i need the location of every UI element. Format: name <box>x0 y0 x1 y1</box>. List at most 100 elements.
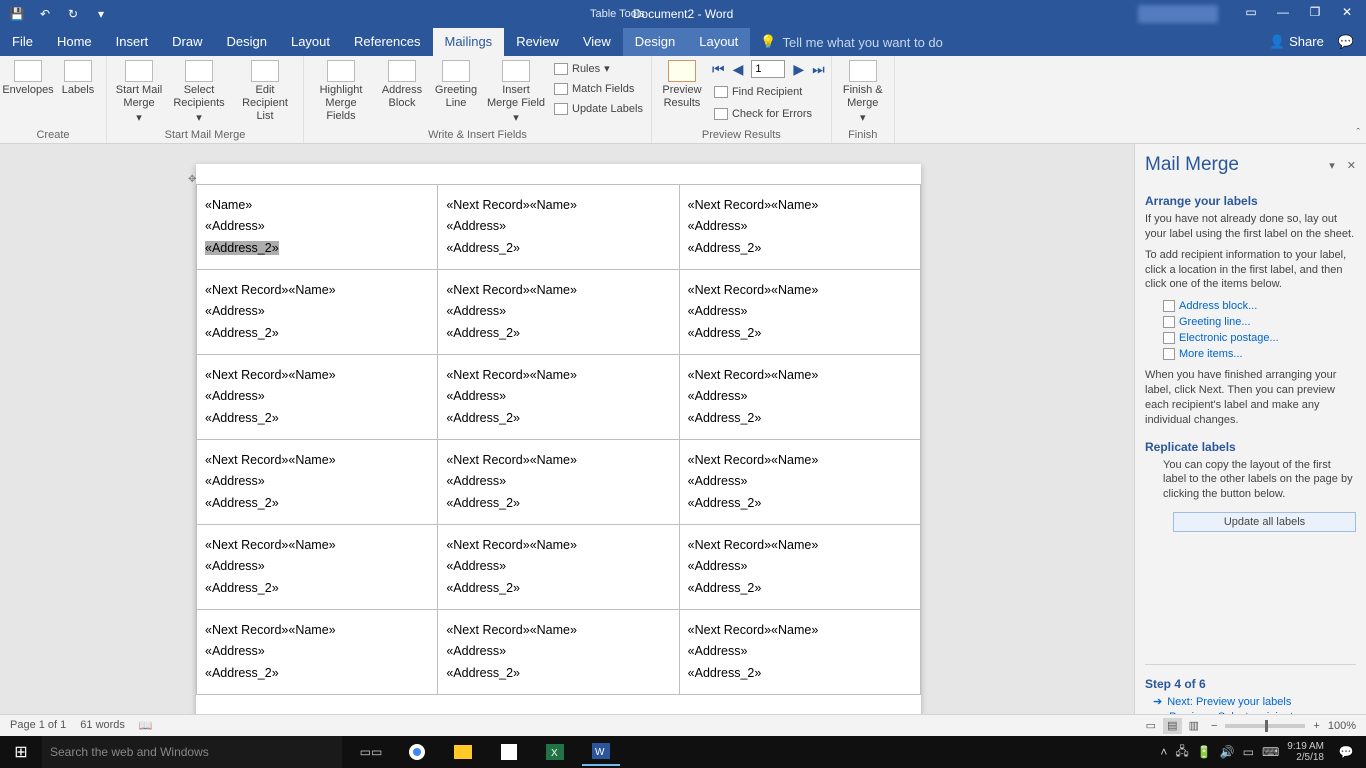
ime-icon[interactable]: ▭ <box>1243 745 1254 759</box>
tab-mailings[interactable]: Mailings <box>433 28 505 56</box>
zoom-in-icon[interactable]: + <box>1313 720 1319 732</box>
highlight-merge-fields-button[interactable]: Highlight Merge Fields <box>310 60 372 124</box>
edit-recipient-list-button[interactable]: Edit Recipient List <box>233 60 297 124</box>
close-icon[interactable]: ✕ <box>1338 5 1356 23</box>
select-recipients-button[interactable]: Select Recipients ▾ <box>171 60 227 126</box>
tab-table-layout[interactable]: Layout <box>687 28 750 56</box>
label-cell[interactable]: «Next Record»«Name»«Address»«Address_2» <box>438 185 679 270</box>
update-all-labels-button[interactable]: Update all labels <box>1173 512 1356 532</box>
label-cell[interactable]: «Name»«Address»«Address_2» <box>197 185 438 270</box>
pane-options-icon[interactable]: ▾ <box>1329 159 1335 172</box>
word-count[interactable]: 61 words <box>80 719 125 732</box>
last-record-icon[interactable]: ⏭ <box>812 61 825 78</box>
tellme-input[interactable]: 💡 Tell me what you want to do <box>750 28 953 56</box>
label-cell[interactable]: «Next Record»«Name»«Address»«Address_2» <box>197 610 438 695</box>
prev-record-icon[interactable]: ◀ <box>733 61 744 78</box>
excel-icon[interactable]: X <box>536 738 574 766</box>
pane-close-icon[interactable]: ✕ <box>1347 159 1356 172</box>
start-button[interactable]: ⊞ <box>0 742 42 762</box>
word-icon[interactable]: W <box>582 738 620 766</box>
zoom-out-icon[interactable]: − <box>1211 720 1217 732</box>
label-cell[interactable]: «Next Record»«Name»«Address»«Address_2» <box>438 270 679 355</box>
electronic-postage-link[interactable]: Electronic postage... <box>1163 332 1356 344</box>
greeting-line-link[interactable]: Greeting line... <box>1163 316 1356 328</box>
finish-merge-button[interactable]: Finish & Merge ▾ <box>838 60 888 126</box>
task-view-icon[interactable]: ▭▭ <box>352 738 390 766</box>
battery-icon[interactable]: 🔋 <box>1197 745 1212 759</box>
zoom-slider[interactable] <box>1225 724 1305 728</box>
feedback-icon[interactable]: 💬 <box>1338 34 1354 50</box>
label-cell[interactable]: «Next Record»«Name»«Address»«Address_2» <box>197 440 438 525</box>
tab-file[interactable]: File <box>0 28 45 56</box>
label-cell[interactable]: «Next Record»«Name»«Address»«Address_2» <box>197 355 438 440</box>
tab-view[interactable]: View <box>571 28 623 56</box>
label-cell[interactable]: «Next Record»«Name»«Address»«Address_2» <box>679 610 920 695</box>
label-cell[interactable]: «Next Record»«Name»«Address»«Address_2» <box>438 355 679 440</box>
labels-table[interactable]: «Name»«Address»«Address_2»«Next Record»«… <box>196 184 921 695</box>
chrome-icon[interactable] <box>398 738 436 766</box>
tab-table-design[interactable]: Design <box>623 28 687 56</box>
tab-review[interactable]: Review <box>504 28 571 56</box>
document-area[interactable]: ✥ «Name»«Address»«Address_2»«Next Record… <box>0 144 1134 732</box>
labels-button[interactable]: Labels <box>56 60 100 97</box>
label-cell[interactable]: «Next Record»«Name»«Address»«Address_2» <box>679 440 920 525</box>
volume-icon[interactable]: 🔊 <box>1220 745 1235 759</box>
collapse-ribbon-icon[interactable]: ˆ <box>1356 127 1360 139</box>
start-mail-merge-button[interactable]: Start Mail Merge ▾ <box>113 60 165 126</box>
label-cell[interactable]: «Next Record»«Name»«Address»«Address_2» <box>679 355 920 440</box>
file-explorer-icon[interactable] <box>444 738 482 766</box>
envelopes-button[interactable]: Envelopes <box>6 60 50 97</box>
taskbar-search[interactable]: Search the web and Windows <box>42 736 342 768</box>
save-icon[interactable]: 💾 <box>8 7 26 21</box>
web-layout-icon[interactable]: ▥ <box>1185 718 1203 734</box>
first-record-icon[interactable]: ⏮ <box>712 61 725 78</box>
address-block-button[interactable]: Address Block <box>378 60 426 110</box>
tab-insert[interactable]: Insert <box>104 28 161 56</box>
preview-results-button[interactable]: Preview Results <box>658 60 706 110</box>
greeting-line-button[interactable]: Greeting Line <box>432 60 480 110</box>
label-cell[interactable]: «Next Record»«Name»«Address»«Address_2» <box>679 185 920 270</box>
tab-layout[interactable]: Layout <box>279 28 342 56</box>
qat-customize-icon[interactable]: ▾ <box>92 7 110 21</box>
user-account-button[interactable] <box>1138 5 1218 23</box>
check-errors-button[interactable]: Check for Errors <box>712 106 825 122</box>
insert-merge-field-button[interactable]: Insert Merge Field ▾ <box>486 60 546 126</box>
tab-draw[interactable]: Draw <box>160 28 214 56</box>
next-record-icon[interactable]: ▶ <box>793 61 804 78</box>
update-labels-button[interactable]: Update Labels <box>552 101 645 117</box>
page-indicator[interactable]: Page 1 of 1 <box>10 719 66 732</box>
label-cell[interactable]: «Next Record»«Name»«Address»«Address_2» <box>197 270 438 355</box>
read-mode-icon[interactable]: ▭ <box>1142 718 1160 734</box>
share-button[interactable]: 👤 Share <box>1269 34 1324 50</box>
match-fields-button[interactable]: Match Fields <box>552 81 645 97</box>
spellcheck-icon[interactable]: 📖 <box>139 719 153 732</box>
redo-icon[interactable]: ↻ <box>64 7 82 21</box>
store-icon[interactable] <box>490 738 528 766</box>
clock[interactable]: 9:19 AM 2/5/18 <box>1287 741 1324 764</box>
label-cell[interactable]: «Next Record»«Name»«Address»«Address_2» <box>438 440 679 525</box>
ribbon-options-icon[interactable]: ▭ <box>1242 5 1260 23</box>
notifications-icon[interactable]: 💬 <box>1332 745 1360 759</box>
print-layout-icon[interactable]: ▤ <box>1163 718 1181 734</box>
undo-icon[interactable]: ↶ <box>36 7 54 21</box>
rules-button[interactable]: Rules ▾ <box>552 60 645 77</box>
find-recipient-button[interactable]: Find Recipient <box>712 84 825 100</box>
label-cell[interactable]: «Next Record»«Name»«Address»«Address_2» <box>197 525 438 610</box>
label-cell[interactable]: «Next Record»«Name»«Address»«Address_2» <box>438 610 679 695</box>
keyboard-icon[interactable]: ⌨ <box>1262 745 1279 759</box>
next-step-link[interactable]: ➔ Next: Preview your labels <box>1153 695 1356 708</box>
label-cell[interactable]: «Next Record»«Name»«Address»«Address_2» <box>438 525 679 610</box>
restore-icon[interactable]: ❐ <box>1306 5 1324 23</box>
more-items-link[interactable]: More items... <box>1163 348 1356 360</box>
tab-references[interactable]: References <box>342 28 432 56</box>
label-cell[interactable]: «Next Record»«Name»«Address»«Address_2» <box>679 270 920 355</box>
tab-home[interactable]: Home <box>45 28 104 56</box>
network-icon[interactable]: 🖧 <box>1175 742 1188 763</box>
tray-chevron-icon[interactable]: ˄ <box>1160 745 1167 759</box>
record-number-input[interactable] <box>751 60 785 78</box>
address-block-link[interactable]: Address block... <box>1163 300 1356 312</box>
label-cell[interactable]: «Next Record»«Name»«Address»«Address_2» <box>679 525 920 610</box>
tab-design[interactable]: Design <box>215 28 279 56</box>
minimize-icon[interactable]: — <box>1274 5 1292 23</box>
zoom-level[interactable]: 100% <box>1328 720 1356 732</box>
